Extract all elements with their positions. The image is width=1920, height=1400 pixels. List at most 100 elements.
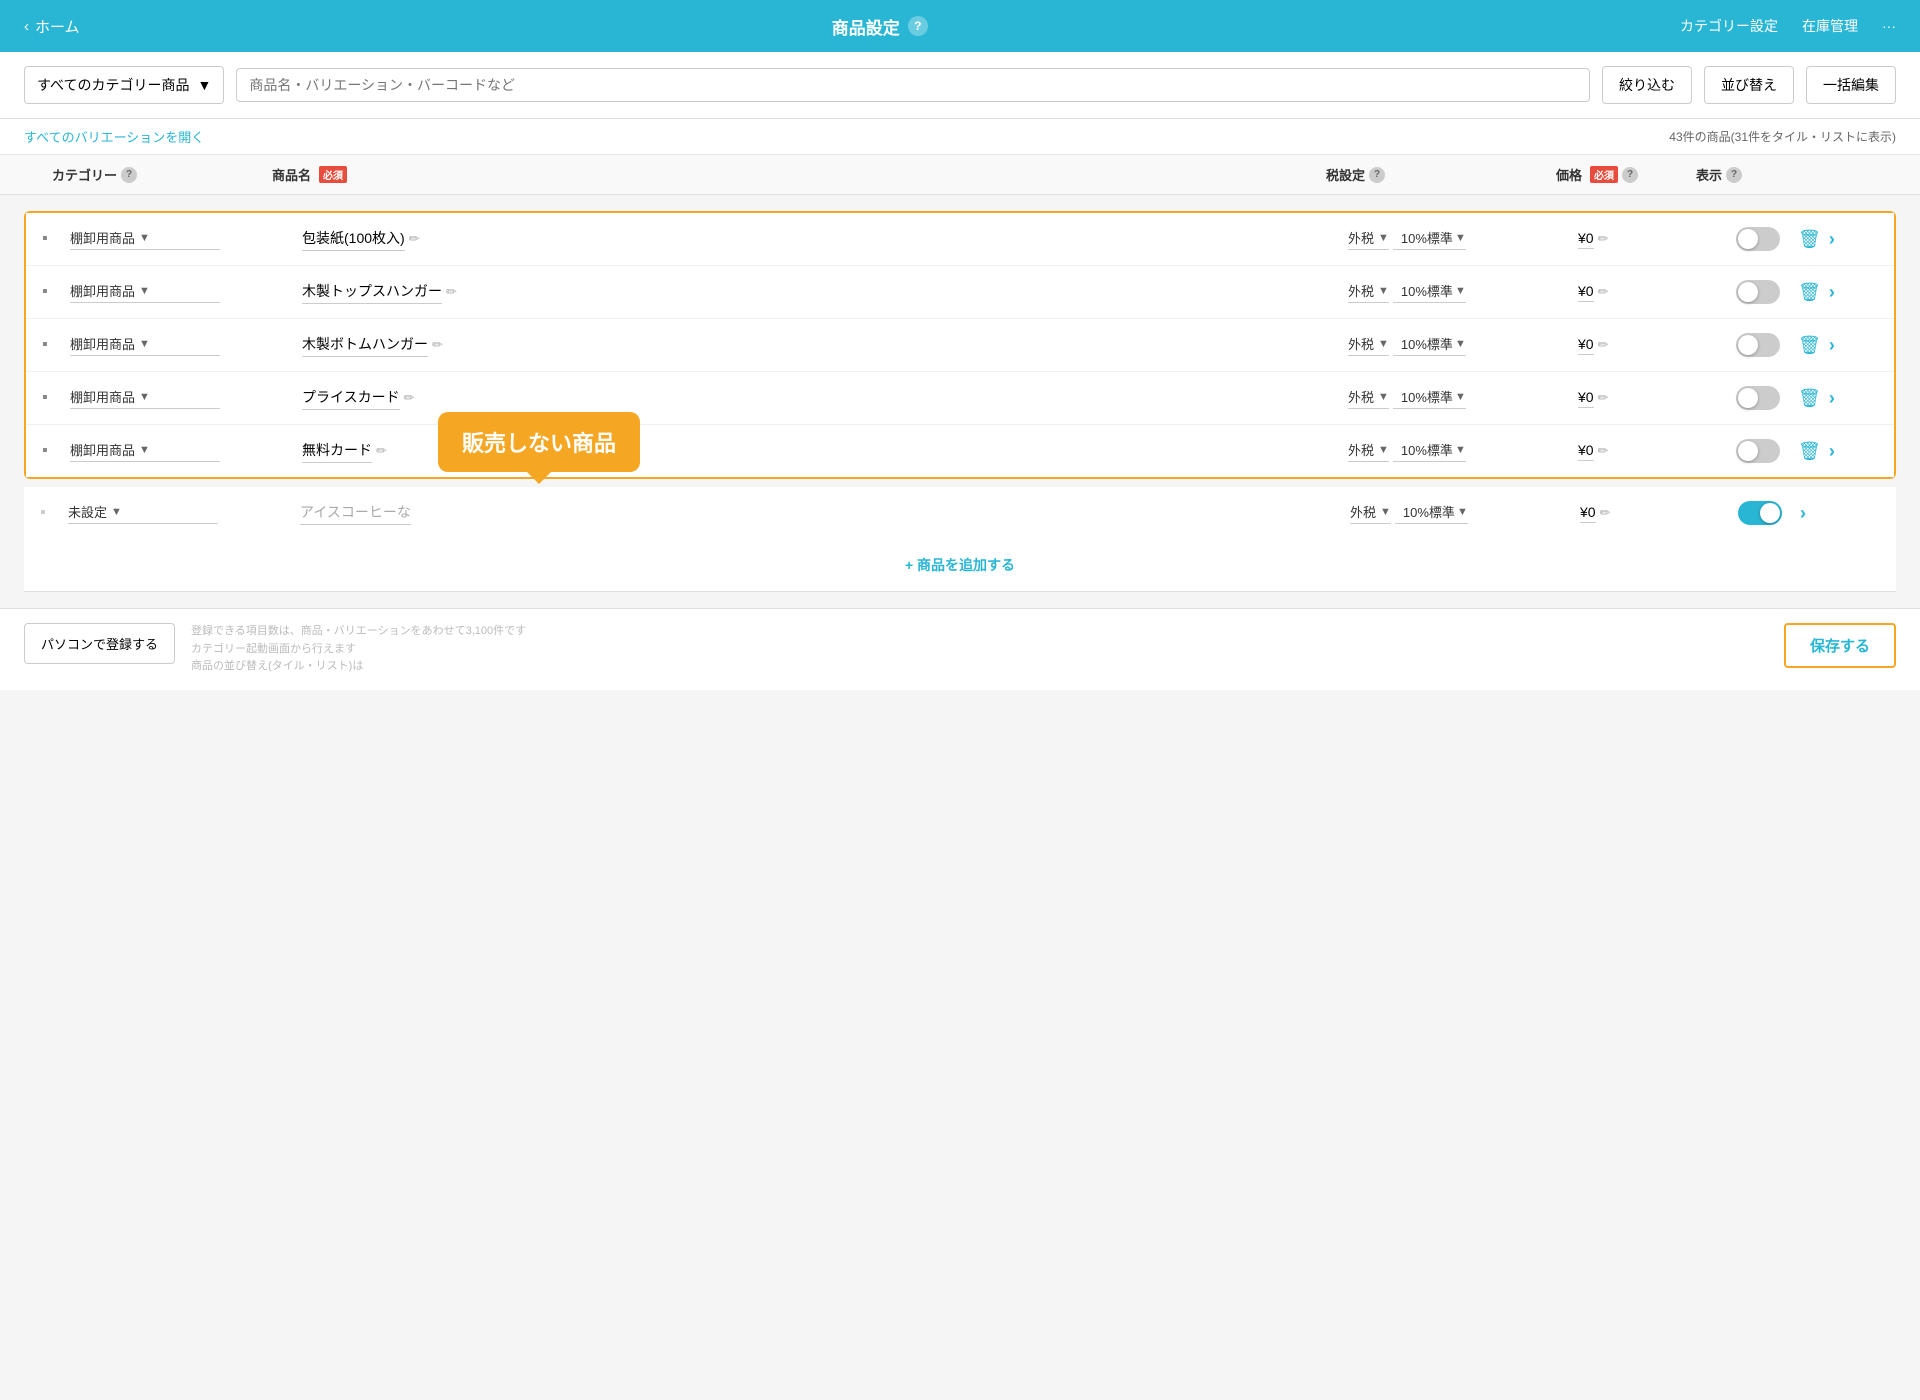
nav-more[interactable]: ··· — [1882, 18, 1896, 34]
filter-button[interactable]: 絞り込む — [1602, 66, 1692, 104]
back-label: ホーム — [35, 16, 80, 37]
delete-icon-row4[interactable]: 🗑 — [1798, 388, 1821, 409]
category-select-row1[interactable]: 棚卸用商品 ▼ — [70, 228, 220, 250]
detail-arrow-row5[interactable]: › — [1829, 441, 1835, 462]
tax-type-row4[interactable]: 外税 ▼ — [1348, 387, 1389, 409]
unsettled-section: ▪ 未設定 ▼ アイスコーヒーな 販売しない商品 — [24, 487, 1896, 539]
toggle-row1[interactable] — [1718, 227, 1798, 251]
table-row: ▪ 棚卸用商品 ▼ プライスカード ✏ 外税 ▼ 10%標準 ▼ — [26, 372, 1894, 425]
toggle-unsettled[interactable] — [1720, 501, 1800, 525]
category-select-row5[interactable]: 棚卸用商品 ▼ — [70, 440, 220, 462]
display-help-icon[interactable]: ? — [1726, 167, 1742, 183]
price-help-icon[interactable]: ? — [1622, 167, 1638, 183]
col-header-product-name: 商品名 — [272, 165, 311, 184]
detail-arrow-row3[interactable]: › — [1829, 335, 1835, 356]
back-button[interactable]: ‹ ホーム — [24, 16, 80, 37]
display-toggle-row2[interactable] — [1736, 280, 1780, 304]
footer-note-1: 登録できる項目数は、商品・バリエーションをあわせて3,100件です — [191, 623, 1768, 641]
price-edit-icon-row1[interactable]: ✏ — [1598, 231, 1609, 247]
save-button[interactable]: 保存する — [1784, 623, 1896, 668]
category-select-unsettled[interactable]: 未設定 ▼ — [68, 502, 218, 524]
edit-icon-row2[interactable]: ✏ — [446, 284, 457, 300]
tax-rate-row1[interactable]: 10%標準 ▼ — [1393, 228, 1466, 250]
sort-button[interactable]: 並び替え — [1704, 66, 1794, 104]
header-nav: カテゴリー設定 在庫管理 ··· — [1680, 16, 1896, 36]
delete-icon-row5[interactable]: 🗑 — [1798, 441, 1821, 462]
edit-icon-row5[interactable]: ✏ — [376, 443, 387, 459]
detail-arrow-row2[interactable]: › — [1829, 282, 1835, 303]
toggle-row5[interactable] — [1718, 439, 1798, 463]
tax-rate-row5[interactable]: 10%標準 ▼ — [1393, 440, 1466, 462]
display-toggle-row3[interactable] — [1736, 333, 1780, 357]
price-edit-icon-row5[interactable]: ✏ — [1598, 443, 1609, 459]
back-arrow-icon: ‹ — [24, 18, 29, 35]
nav-category-settings[interactable]: カテゴリー設定 — [1680, 16, 1778, 36]
delete-icon-row2[interactable]: 🗑 — [1798, 282, 1821, 303]
tax-help-icon[interactable]: ? — [1369, 167, 1385, 183]
header-title: 商品設定 ? — [80, 14, 1680, 39]
nav-inventory[interactable]: 在庫管理 — [1802, 16, 1858, 36]
register-button[interactable]: パソコンで登録する — [24, 623, 175, 664]
table-row-unsettled: ▪ 未設定 ▼ アイスコーヒーな 販売しない商品 — [24, 487, 1896, 539]
price-unsettled: ¥0 — [1580, 504, 1596, 523]
tax-type-unsettled[interactable]: 外税 ▼ — [1350, 502, 1391, 524]
table-row: ▪ 棚卸用商品 ▼ 木製トップスハンガー ✏ 外税 ▼ 10%標準 ▼ — [26, 266, 1894, 319]
price-edit-icon-unsettled[interactable]: ✏ — [1600, 505, 1611, 521]
main-content: ▪ 棚卸用商品 ▼ 包装紙(100枚入) ✏ 外税 ▼ 10%標準 ▼ — [0, 195, 1920, 608]
expand-all-link[interactable]: すべてのバリエーションを開く — [24, 127, 204, 146]
tax-rate-row3[interactable]: 10%標準 ▼ — [1393, 334, 1466, 356]
tax-type-row1[interactable]: 外税 ▼ — [1348, 228, 1389, 250]
tax-rate-unsettled[interactable]: 10%標準 ▼ — [1395, 502, 1468, 524]
category-select-row4[interactable]: 棚卸用商品 ▼ — [70, 387, 220, 409]
price-required: 必須 — [1590, 166, 1618, 183]
display-toggle-row4[interactable] — [1736, 386, 1780, 410]
tax-type-row2[interactable]: 外税 ▼ — [1348, 281, 1389, 303]
search-input[interactable] — [236, 68, 1590, 102]
display-toggle-unsettled[interactable] — [1738, 501, 1782, 525]
toggle-row4[interactable] — [1718, 386, 1798, 410]
product-name-row2: 木製トップスハンガー — [302, 281, 442, 304]
tax-type-row3[interactable]: 外税 ▼ — [1348, 334, 1389, 356]
row-checkbox-area: ▪ — [42, 442, 62, 460]
category-select-row3[interactable]: 棚卸用商品 ▼ — [70, 334, 220, 356]
table-row: ▪ 棚卸用商品 ▼ 木製ボトムハンガー ✏ 外税 ▼ 10%標準 ▼ — [26, 319, 1894, 372]
toggle-row3[interactable] — [1718, 333, 1798, 357]
display-toggle-row1[interactable] — [1736, 227, 1780, 251]
category-select-row2[interactable]: 棚卸用商品 ▼ — [70, 281, 220, 303]
tax-rate-row4[interactable]: 10%標準 ▼ — [1393, 387, 1466, 409]
display-toggle-row5[interactable] — [1736, 439, 1780, 463]
footer: パソコンで登録する 登録できる項目数は、商品・バリエーションをあわせて3,100… — [0, 608, 1920, 690]
detail-arrow-row1[interactable]: › — [1829, 229, 1835, 250]
category-select[interactable]: すべてのカテゴリー商品 ▼ — [24, 66, 224, 104]
delete-icon-row3[interactable]: 🗑 — [1798, 335, 1821, 356]
detail-arrow-unsettled[interactable]: › — [1800, 503, 1806, 524]
tax-rate-row2[interactable]: 10%標準 ▼ — [1393, 281, 1466, 303]
table-row: ▪ 棚卸用商品 ▼ 無料カード ✏ 外税 ▼ 10%標準 ▼ — [26, 425, 1894, 477]
bulk-edit-button[interactable]: 一括編集 — [1806, 66, 1896, 104]
tax-type-row5[interactable]: 外税 ▼ — [1348, 440, 1389, 462]
product-name-row4: プライスカード — [302, 387, 400, 410]
edit-icon-row3[interactable]: ✏ — [432, 337, 443, 353]
detail-arrow-row4[interactable]: › — [1829, 388, 1835, 409]
price-edit-icon-row4[interactable]: ✏ — [1598, 390, 1609, 406]
price-edit-icon-row2[interactable]: ✏ — [1598, 284, 1609, 300]
toolbar: すべてのカテゴリー商品 ▼ 絞り込む 並び替え 一括編集 — [0, 52, 1920, 119]
add-product-row: + 商品を追加する — [24, 539, 1896, 592]
category-help-icon[interactable]: ? — [121, 167, 137, 183]
title-text: 商品設定 — [832, 14, 900, 39]
add-product-button[interactable]: + 商品を追加する — [905, 555, 1015, 575]
header: ‹ ホーム 商品設定 ? カテゴリー設定 在庫管理 ··· — [0, 0, 1920, 52]
row-checkbox-area-unsettled: ▪ — [40, 504, 60, 522]
help-icon[interactable]: ? — [908, 16, 928, 36]
edit-icon-row4[interactable]: ✏ — [404, 390, 415, 406]
row-actions-row2: 🗑 › — [1798, 282, 1878, 303]
price-edit-icon-row3[interactable]: ✏ — [1598, 337, 1609, 353]
product-name-required: 必須 — [319, 166, 347, 183]
delete-icon-row1[interactable]: 🗑 — [1798, 229, 1821, 250]
toggle-row2[interactable] — [1718, 280, 1798, 304]
col-header-display: 表示 — [1696, 165, 1722, 184]
col-header-price: 価格 — [1556, 165, 1582, 184]
callout-arrow — [527, 472, 551, 496]
edit-icon-row1[interactable]: ✏ — [409, 231, 420, 247]
price-row2: ¥0 — [1578, 283, 1594, 302]
